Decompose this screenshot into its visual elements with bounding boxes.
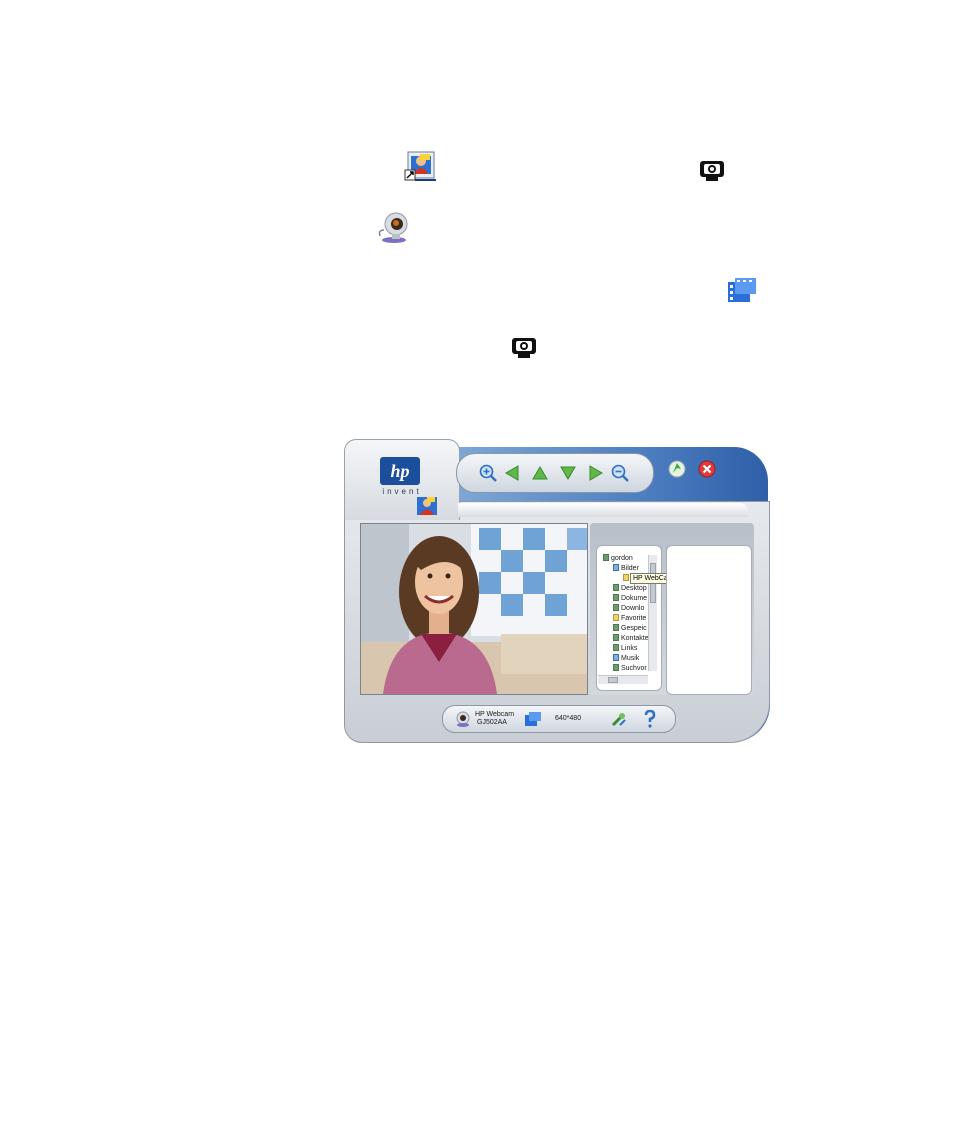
folder-icon xyxy=(613,594,619,601)
tree-item[interactable]: Downlo xyxy=(613,604,644,613)
tree-item[interactable]: Links xyxy=(613,644,637,653)
hp-webcam-window: hp invent gordon Bilder Desktop Dokume D… xyxy=(344,439,770,743)
resolution-label: 640*480 xyxy=(555,715,582,722)
tree-item[interactable]: Gespeic xyxy=(613,624,647,633)
tree-item[interactable]: Musik xyxy=(613,654,639,663)
snapshot-camera-icon xyxy=(698,158,726,182)
webcam-icon[interactable] xyxy=(455,711,471,727)
navigation-toolbar xyxy=(456,453,654,493)
video-clip-icon xyxy=(727,277,757,303)
arrow-up-icon[interactable] xyxy=(531,464,549,482)
thumbnail-panel[interactable] xyxy=(666,545,752,695)
hp-tagline: invent xyxy=(382,487,422,496)
close-icon[interactable] xyxy=(698,460,716,478)
folder-icon xyxy=(613,654,619,661)
tree-item[interactable]: Dokume xyxy=(613,594,647,603)
arrow-right-icon[interactable] xyxy=(587,464,605,482)
tree-horizontal-scrollbar[interactable] xyxy=(598,675,648,684)
hp-logo: hp xyxy=(380,457,420,485)
tree-item[interactable]: Kontakte xyxy=(613,634,649,643)
arrow-left-icon[interactable] xyxy=(503,464,521,482)
arrow-down-icon[interactable] xyxy=(559,464,577,482)
folder-icon xyxy=(613,664,619,671)
folder-icon xyxy=(603,554,609,561)
folder-icon xyxy=(613,644,619,651)
snapshot-camera-icon xyxy=(510,335,538,359)
folder-icon xyxy=(613,584,619,591)
folder-icon xyxy=(613,624,619,631)
status-bar: HP Webcam GJ502AA 640*480 xyxy=(442,705,676,733)
title-strip xyxy=(458,503,748,517)
tree-item[interactable]: Suchvor xyxy=(613,664,647,673)
device-name: HP Webcam xyxy=(475,711,515,718)
scroll-thumb[interactable] xyxy=(608,677,618,683)
tree-item[interactable]: gordon xyxy=(603,554,633,563)
app-shortcut-icon[interactable] xyxy=(404,150,438,182)
video-clip-icon[interactable] xyxy=(525,712,541,726)
help-icon[interactable] xyxy=(643,709,657,728)
zoom-in-icon[interactable] xyxy=(479,464,497,482)
app-mini-icon[interactable] xyxy=(416,496,438,516)
tree-item[interactable]: Desktop xyxy=(613,584,647,593)
refresh-icon[interactable] xyxy=(668,460,686,478)
tree-item[interactable]: Favorite xyxy=(613,614,646,623)
webcam-icon xyxy=(376,210,412,244)
tree-item[interactable]: Bilder xyxy=(613,564,639,573)
webcam-preview[interactable] xyxy=(360,523,588,695)
zoom-out-icon[interactable] xyxy=(611,464,629,482)
folder-icon xyxy=(623,574,629,581)
settings-tools-icon[interactable] xyxy=(611,711,627,727)
folder-icon xyxy=(613,564,619,571)
folder-icon xyxy=(613,604,619,611)
folder-icon xyxy=(613,634,619,641)
device-model: GJ502AA xyxy=(477,719,507,726)
folder-icon xyxy=(613,614,619,621)
